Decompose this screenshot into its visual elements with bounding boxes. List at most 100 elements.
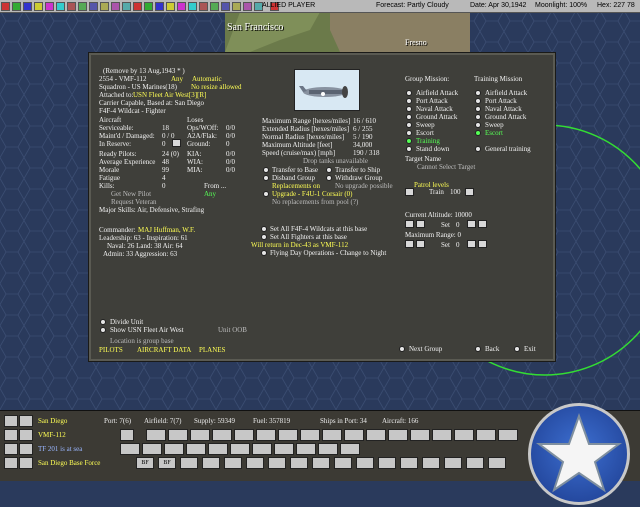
base-row[interactable]: San Diego Port: 7(6) Airfield: 7(7) Supp… <box>0 414 530 428</box>
set-all-fighters[interactable]: Set All Fighters at this base <box>270 233 347 241</box>
ship-icon-8[interactable] <box>274 443 294 455</box>
training-mission-radio-5[interactable] <box>475 130 481 136</box>
group-mission-item[interactable]: Escort <box>416 129 434 137</box>
training-mission-item-selected[interactable]: Escort <box>485 129 503 137</box>
set-decrease-small-button[interactable] <box>416 220 425 228</box>
group-mission-item-selected[interactable]: Training <box>416 137 440 145</box>
upgrade-text[interactable]: Upgrade - F4U-1 Corsair (0) <box>272 190 352 198</box>
group-mission-item[interactable]: Stand down <box>416 145 449 153</box>
base-row-arrow-icon[interactable] <box>4 415 18 427</box>
toolbar-icon-15[interactable] <box>155 1 164 11</box>
divide-unit[interactable]: Divide Unit <box>110 318 143 326</box>
upgrade-radio[interactable] <box>263 191 269 197</box>
group-mission-item[interactable]: Ground Attack <box>416 113 457 121</box>
training-mission-item[interactable]: Airfield Attack <box>485 89 527 97</box>
set-increase-button[interactable] <box>478 220 487 228</box>
land-unit-icon-4[interactable] <box>246 457 264 469</box>
air-unit-icon-7[interactable] <box>256 429 276 441</box>
toolbar-icon-14[interactable] <box>144 1 153 11</box>
training-mission-radio-6[interactable] <box>475 146 481 152</box>
bf-arrow-icon[interactable] <box>4 457 18 469</box>
ship-icon-9[interactable] <box>296 443 316 455</box>
from-value[interactable]: Any <box>204 190 216 198</box>
toolbar-icon-10[interactable] <box>100 1 109 11</box>
toolbar-icon-5[interactable] <box>45 1 54 11</box>
group-mission-radio-1[interactable] <box>406 98 412 104</box>
training-mission-item[interactable]: Sweep <box>485 121 504 129</box>
group-mission-radio-6[interactable] <box>406 138 412 144</box>
base-name[interactable]: San Diego <box>38 417 67 425</box>
base-row-info-icon[interactable] <box>19 415 33 427</box>
air-unit-icon-15[interactable] <box>432 429 452 441</box>
training-mission-item[interactable]: Ground Attack <box>485 113 526 121</box>
alt-increase-button[interactable] <box>478 240 487 248</box>
divide-unit-radio[interactable] <box>100 319 106 325</box>
group-mission-item[interactable]: Sweep <box>416 121 435 129</box>
ship-icon-4[interactable] <box>186 443 206 455</box>
land-unit-icon-12[interactable] <box>422 457 440 469</box>
toolbar-icon-17[interactable] <box>177 1 186 11</box>
air-unit-icon-11[interactable] <box>344 429 364 441</box>
group-mission-radio-0[interactable] <box>406 90 412 96</box>
city-label[interactable]: San Francisco <box>227 22 283 33</box>
transfer-base-radio[interactable] <box>263 167 269 173</box>
air-unit-icon-12[interactable] <box>366 429 386 441</box>
training-mission-item[interactable]: Port Attack <box>485 97 517 105</box>
training-mission-radio-0[interactable] <box>475 90 481 96</box>
land-unit-icon-15[interactable] <box>488 457 506 469</box>
attached-value[interactable]: USN Fleet Air West[3][R] <box>133 91 206 99</box>
task-force-row[interactable]: TF 201 is at sea <box>0 442 530 456</box>
training-mission-radio-4[interactable] <box>475 122 481 128</box>
toolbar-icon-12[interactable] <box>122 1 131 11</box>
land-unit-icon-13[interactable] <box>444 457 462 469</box>
land-unit-icon-9[interactable] <box>356 457 374 469</box>
set-all-fighters-radio[interactable] <box>261 234 267 240</box>
city2-label[interactable]: Fresno <box>405 38 427 47</box>
reserve-arrow-icon[interactable] <box>172 139 181 147</box>
land-unit-icon-1[interactable] <box>180 457 198 469</box>
next-group-button[interactable]: Next Group <box>409 345 442 353</box>
transfer-ship[interactable]: Transfer to Ship <box>335 166 380 174</box>
toolbar-icon-21[interactable] <box>221 1 230 11</box>
land-unit-icon-6[interactable] <box>290 457 308 469</box>
training-mission-radio-3[interactable] <box>475 114 481 120</box>
toolbar-icon-1[interactable] <box>1 1 10 11</box>
toolbar-icon-2[interactable] <box>12 1 21 11</box>
back-radio[interactable] <box>475 346 481 352</box>
training-mission-radio-1[interactable] <box>475 98 481 104</box>
commander-value[interactable]: MAJ Huffman, W.F. <box>138 226 195 234</box>
air-group-name[interactable]: VMF-112 <box>38 431 66 439</box>
ship-icon-2[interactable] <box>142 443 162 455</box>
toolbar-icon-20[interactable] <box>210 1 219 11</box>
air-unit-icon-13[interactable] <box>388 429 408 441</box>
toolbar-icon-19[interactable] <box>199 1 208 11</box>
toolbar-icon-11[interactable] <box>111 1 120 11</box>
base-force-row[interactable]: San Diego Base Force BF BF <box>0 456 530 470</box>
air-unit-icon-6[interactable] <box>234 429 254 441</box>
replacements-on[interactable]: Replacements on <box>272 182 320 190</box>
toolbar-icon-8[interactable] <box>78 1 87 11</box>
group-mission-item[interactable]: Airfield Attack <box>416 89 458 97</box>
set-increase-small-button[interactable] <box>467 220 476 228</box>
withdraw-group[interactable]: Withdraw Group <box>335 174 382 182</box>
show-hq[interactable]: Show USN Fleet Air West <box>110 326 184 334</box>
show-hq-radio[interactable] <box>100 327 106 333</box>
next-group-radio[interactable] <box>399 346 405 352</box>
group-mission-item[interactable]: Port Attack <box>416 97 448 105</box>
land-unit-icon-5[interactable] <box>268 457 286 469</box>
group-mission-radio-3[interactable] <box>406 114 412 120</box>
tf-name[interactable]: TF 201 is at sea <box>38 445 82 453</box>
flying-day-text[interactable]: Flying Day Operations - Change to Night <box>270 249 386 257</box>
ship-icon-1[interactable] <box>120 443 140 455</box>
alt-decrease-small-button[interactable] <box>416 240 425 248</box>
air-group-row[interactable]: VMF-112 <box>0 428 530 442</box>
tf-info-icon[interactable] <box>19 443 33 455</box>
tf-arrow-icon[interactable] <box>4 443 18 455</box>
set-decrease-button[interactable] <box>405 220 414 228</box>
bf-badge-1[interactable]: BF <box>136 457 154 469</box>
withdraw-group-radio[interactable] <box>326 175 332 181</box>
ship-icon-7[interactable] <box>252 443 272 455</box>
ship-icon-11[interactable] <box>340 443 360 455</box>
group-mission-radio-5[interactable] <box>406 130 412 136</box>
toolbar-icon-3[interactable] <box>23 1 32 11</box>
